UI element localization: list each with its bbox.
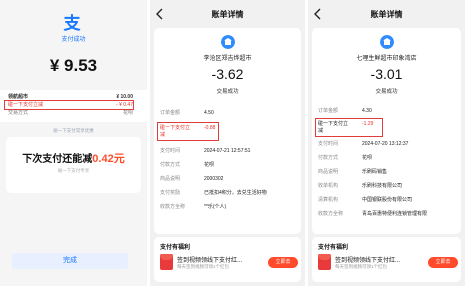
benefit-card: 支付有福利 签到视频领线下支付红... 每天签到视频可领1个红包 立即去 [154, 237, 301, 282]
field-label: 支付时间 [160, 148, 181, 154]
merchant-name: 七哩生鲜超市印象湾店 [356, 56, 417, 62]
red-envelope-icon [318, 254, 331, 270]
discount-tip: 碰一下支付常享优惠 [53, 128, 94, 133]
next-discount-card: 下次支付还能减0.42元 碰一下支付专享 [6, 137, 141, 193]
field-label: 支付奖励 [160, 190, 181, 196]
bill-card: 七哩生鲜超市印象湾店 -3.01 交易成功 订单金额 4.30 碰一下支付立减 … [312, 28, 461, 234]
svg-text:支: 支 [64, 13, 82, 34]
merchant-name: 李沧区郑吉烨超市 [203, 56, 252, 62]
transaction-amount: -3.62 [211, 66, 244, 82]
field-value: 中国银联股份有限公司 [362, 197, 413, 203]
benefit-title: 支付有福利 [318, 245, 349, 251]
benefit-sub-text: 每天签到视频可领1个红包 [177, 264, 230, 269]
merchant-avatar-icon [379, 35, 394, 49]
payment-status-text: 支付成功 [61, 37, 86, 43]
benefit-card: 支付有福利 签到视频领线下支付红... 每天签到视频可领1个红包 立即去 [312, 237, 461, 282]
highlight-box [315, 118, 383, 137]
red-envelope-icon [160, 254, 173, 270]
field-label: 清算机构 [318, 197, 339, 203]
field-value: 乐刷科技有限公司 [362, 183, 403, 189]
alipay-logo-icon: 支 [60, 12, 84, 34]
next-discount-title: 下次支付还能减0.42元 [6, 150, 141, 166]
field-value: **乐(个人) [204, 204, 227, 210]
field-label: 收单机构 [318, 183, 339, 189]
field-label: 订单金额 [160, 110, 181, 116]
highlight-box [157, 122, 219, 141]
field-value: 青岛百惠特便利连锁管理有限 [362, 211, 428, 217]
payment-success-screen: 支 支付成功 ¥ 9.53 领航超市 ¥ 10.00 碰一下支付立减 - ¥ 0… [0, 0, 147, 286]
nav-bar: 账单详情 [150, 6, 305, 24]
field-label: 订单金额 [318, 108, 339, 114]
done-button[interactable]: 完成 [12, 253, 128, 269]
field-value: 2024-07-20 13:12:37 [362, 141, 409, 147]
benefit-main-text: 签到视频领线下支付红... [177, 258, 243, 264]
field-value: 4.30 [362, 108, 372, 114]
field-value: 花呗 [204, 162, 215, 168]
payment-details: 领航超市 ¥ 10.00 碰一下支付立减 - ¥ 0.47 交易方式 花呗 [0, 90, 147, 122]
field-label: 收款方全称 [160, 204, 186, 210]
field-label: 付款方式 [318, 155, 339, 161]
payment-method-label: 交易方式 [8, 110, 29, 116]
benefit-main-text: 签到视频领线下支付红... [335, 258, 401, 264]
transaction-status: 交易成功 [216, 89, 239, 95]
transaction-amount: -3.01 [370, 66, 403, 82]
bill-card: 李沧区郑吉烨超市 -3.62 交易成功 订单金额 4.50 碰一下支付立减 -0… [154, 28, 301, 234]
claim-button[interactable]: 立即去 [268, 257, 298, 268]
field-label: 支付时间 [318, 141, 339, 147]
field-value: 已抵扣4积分，去兑生活好物 [204, 190, 267, 196]
field-label: 付款方式 [160, 162, 181, 168]
payment-header: 支 支付成功 ¥ 9.53 [0, 0, 147, 90]
page-title: 账单详情 [211, 10, 244, 19]
next-discount-amount: 0.42元 [92, 153, 125, 165]
paid-amount: ¥ 9.53 [49, 56, 98, 75]
benefit-title: 支付有福利 [160, 245, 191, 251]
field-value: 乐刷码销售 [362, 169, 388, 175]
field-value: 2000302 [204, 176, 224, 182]
merchant-avatar-icon [220, 35, 235, 49]
next-discount-prefix: 下次支付还能减 [22, 154, 93, 165]
field-value: 2024-07-21 12:57:51 [204, 148, 251, 154]
page-title: 账单详情 [370, 10, 403, 19]
bill-detail-screen-a: 账单详情 李沧区郑吉烨超市 -3.62 交易成功 订单金额 4.50 碰一下支付… [150, 0, 305, 286]
field-label: 商品说明 [318, 169, 339, 175]
benefit-sub-text: 每天签到视频可领1个红包 [335, 264, 388, 269]
nav-bar: 账单详情 [308, 6, 465, 24]
field-value: 4.50 [204, 110, 214, 116]
payment-method-row: 交易方式 花呗 [8, 109, 133, 117]
transaction-status: 交易成功 [375, 89, 398, 95]
highlight-box [4, 100, 134, 110]
field-value: 花呗 [362, 155, 373, 161]
claim-button[interactable]: 立即去 [428, 257, 458, 268]
field-label: 收款方全称 [318, 211, 344, 217]
bill-detail-screen-b: 账单详情 七哩生鲜超市印象湾店 -3.01 交易成功 订单金额 4.30 碰一下… [308, 0, 465, 286]
field-label: 商品说明 [160, 176, 181, 182]
next-discount-sub: 碰一下支付专享 [57, 168, 90, 173]
payment-method-value: 花呗 [122, 110, 133, 116]
